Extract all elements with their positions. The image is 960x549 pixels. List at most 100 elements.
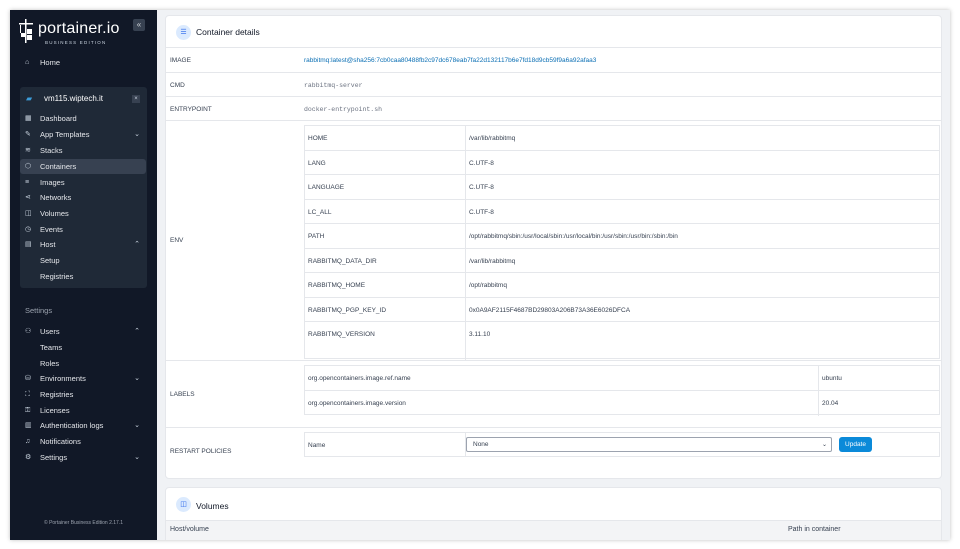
env-value: /opt/rabbitmq (469, 282, 507, 289)
update-button[interactable]: Update (839, 437, 872, 452)
env-value: 0x0A9AF2115F4687BD29803A206B73A36E6026DF… (469, 307, 631, 314)
sidebar-item-stacks[interactable]: ≋ Stacks (20, 143, 146, 158)
chevron-up-icon: ⌃ (134, 328, 140, 335)
env-table: HOME/var/lib/rabbitmq LANG C.UTF-8 LANGUA… (304, 125, 940, 360)
sidebar-item-home[interactable]: ⌂ Home (20, 55, 146, 70)
sidebar-item-containers[interactable]: ⬡ Containers (20, 159, 146, 174)
sidebar-item-label: Licenses (40, 406, 70, 415)
env-value: /opt/rabbitmq/sbin:/usr/local/sbin:/usr/… (469, 233, 678, 240)
env-key: LANGUAGE (308, 184, 345, 191)
sidebar-item-registries[interactable]: ⛶ Registries (20, 387, 146, 402)
sidebar: portainer.io BUSINESS EDITION « ⌂ Home ▰… (10, 10, 157, 540)
chevron-down-icon: ⌄ (821, 442, 827, 448)
sidebar-item-licenses[interactable]: ⚿ Licenses (20, 403, 146, 418)
settings-section-label: Settings (25, 306, 53, 315)
sidebar-item-authentication-logs[interactable]: ▥ Authentication logs ⌄ (20, 418, 146, 433)
table-row: RABBITMQ_VERSION 3.11.10 (305, 322, 939, 347)
chevron-down-icon: ⌄ (134, 422, 140, 429)
env-key: PATH (308, 233, 325, 240)
restart-policy-select[interactable]: None ⌄ (466, 437, 832, 452)
sidebar-item-label: Volumes (40, 209, 69, 218)
label-value: 20.04 (822, 400, 839, 407)
restart-policy-value: None (473, 441, 489, 448)
label-key: org.opencontainers.image.ref.name (308, 375, 411, 382)
volumes-table-header: Host/volume Path in container (166, 520, 941, 540)
clock-icon: ◷ (25, 226, 32, 233)
image-link[interactable]: rabbitmq:latest@sha256:7cb0caa80488fb2c9… (304, 57, 596, 64)
entrypoint-value: docker-entrypoint.sh (304, 106, 383, 113)
close-environment-icon[interactable]: × (132, 95, 140, 103)
home-icon: ⌂ (25, 59, 30, 66)
sidebar-item-volumes[interactable]: ◫ Volumes (20, 206, 146, 221)
sidebar-item-label: Settings (40, 453, 68, 462)
sidebar-item-label: App Templates (40, 130, 90, 139)
sidebar-item-label: Environments (40, 374, 86, 383)
sidebar-subitem-setup[interactable]: Setup (40, 253, 60, 268)
entrypoint-row: ENTRYPOINT docker-entrypoint.sh (166, 97, 941, 121)
collapse-sidebar-button[interactable]: « (133, 19, 145, 31)
sidebar-item-app-templates[interactable]: ✎ App Templates ⌄ (20, 127, 146, 142)
environment-header[interactable]: ▰ vm115.wiptech.it × (20, 92, 146, 106)
sidebar-subitem-teams[interactable]: Teams (40, 340, 62, 355)
table-row: RABBITMQ_HOME/opt/rabbitmq (305, 273, 939, 298)
version-text: Portainer Business Edition 2.17.1 (49, 520, 123, 526)
portainer-logo[interactable]: portainer.io BUSINESS EDITION (19, 19, 149, 49)
host-icon: ▤ (25, 241, 32, 248)
sidebar-item-users[interactable]: ⚇ Users ⌃ (20, 324, 146, 339)
bell-icon: ♫ (25, 438, 31, 445)
app-window: portainer.io BUSINESS EDITION « ⌂ Home ▰… (10, 10, 950, 540)
dashboard-icon: ▦ (25, 115, 32, 122)
row-label: LABELS (170, 391, 195, 398)
table-row: RABBITMQ_PGP_KEY_ID 0x0A9AF2115F4687BD298… (305, 298, 939, 322)
sidebar-item-events[interactable]: ◷ Events (20, 222, 146, 237)
portainer-logo-icon (19, 19, 33, 43)
sidebar-item-label: Users (40, 327, 60, 336)
sidebar-item-label: Events (40, 225, 63, 234)
table-row: LANG C.UTF-8 (305, 151, 939, 175)
row-label: ENV (170, 237, 184, 244)
edit-icon: ✎ (25, 131, 31, 138)
sidebar-item-notifications[interactable]: ♫ Notifications (20, 434, 146, 449)
sidebar-item-label: Notifications (40, 437, 81, 446)
list-icon: ≡ (25, 179, 30, 186)
sidebar-item-images[interactable]: ≡ Images (20, 175, 146, 190)
sidebar-item-label: Dashboard (40, 114, 77, 123)
sidebar-item-environments[interactable]: ⛁ Environments ⌄ (20, 371, 146, 386)
column-header-host[interactable]: Host/volume (170, 526, 209, 533)
env-value: C.UTF-8 (469, 160, 494, 167)
list-icon: ☰ (176, 25, 191, 40)
stacks-icon: ≋ (25, 147, 31, 154)
card-title: Container details (196, 27, 260, 37)
environments-icon: ⛁ (25, 375, 31, 382)
cmd-value: rabbitmq-server (304, 82, 363, 89)
restart-name-label: Name (308, 442, 326, 449)
env-key: RABBITMQ_DATA_DIR (308, 258, 377, 265)
sidebar-item-label: Registries (40, 390, 74, 399)
sidebar-subitem-roles[interactable]: Roles (40, 356, 59, 371)
sidebar-item-label: Authentication logs (40, 421, 104, 430)
sidebar-item-settings[interactable]: ⚙ Settings ⌄ (20, 450, 146, 465)
container-details-card: ☰ Container details IMAGE rabbitmq:lates… (165, 15, 942, 479)
sidebar-item-networks[interactable]: ⋖ Networks (20, 190, 146, 205)
sidebar-item-label: Containers (40, 162, 77, 171)
table-row: org.opencontainers.image.ref.name ubuntu (305, 366, 939, 391)
sidebar-item-host[interactable]: ▤ Host ⌃ (20, 237, 146, 252)
row-label: IMAGE (170, 57, 191, 64)
env-value: /var/lib/rabbitmq (469, 135, 516, 142)
table-row: LC_ALL C.UTF-8 (305, 200, 939, 224)
version-footer: © Portainer Business Edition 2.17.1 (43, 520, 123, 526)
sidebar-item-dashboard[interactable]: ▦ Dashboard (20, 111, 146, 126)
card-header: ☰ Container details (166, 16, 941, 48)
cmd-row: CMD rabbitmq-server (166, 73, 941, 97)
sidebar-item-label: Host (40, 240, 56, 249)
environment-name: vm115.wiptech.it (44, 94, 103, 103)
column-header-path[interactable]: Path in container (788, 526, 841, 533)
brand-edition: BUSINESS EDITION (45, 40, 107, 45)
table-row: HOME/var/lib/rabbitmq (305, 126, 939, 151)
sidebar-subitem-registries[interactable]: Registries (40, 269, 73, 284)
label-value: ubuntu (822, 375, 842, 382)
database-icon: ◫ (176, 497, 191, 512)
docker-icon: ▰ (26, 94, 33, 103)
sidebar-item-label: Stacks (40, 146, 63, 155)
share-icon: ⋖ (25, 194, 31, 201)
